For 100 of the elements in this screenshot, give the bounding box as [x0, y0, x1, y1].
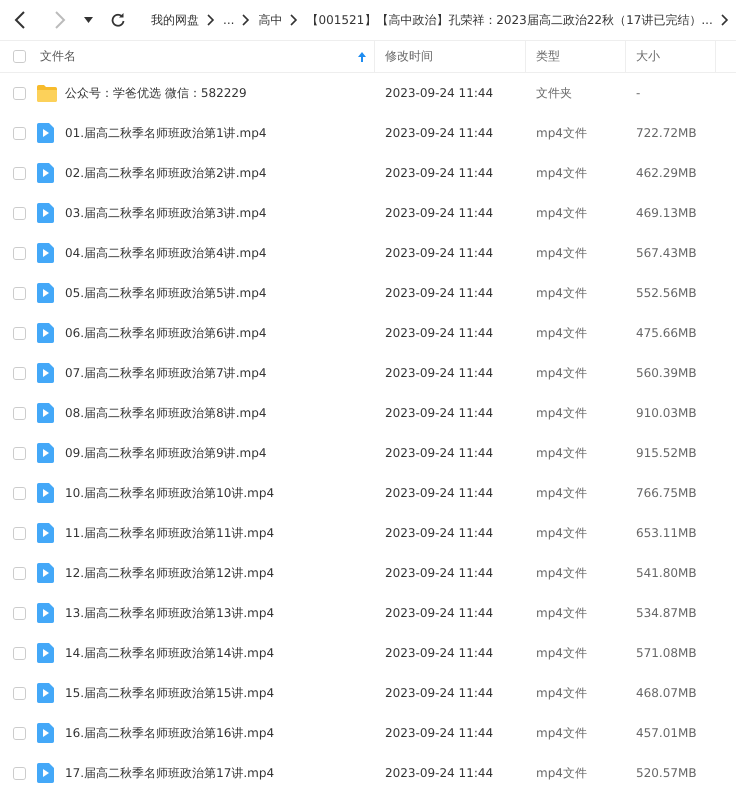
file-type: mp4文件	[536, 524, 587, 542]
file-type: mp4文件	[536, 324, 587, 342]
file-name[interactable]: 01.届高二秋季名师班政治第1讲.mp4	[65, 124, 266, 142]
modified-date: 2023-09-24 11:44	[385, 326, 494, 340]
modified-date: 2023-09-24 11:44	[385, 766, 494, 780]
checkbox[interactable]	[13, 646, 26, 660]
column-header[interactable]: 大小	[636, 48, 660, 65]
file-size: 722.72MB	[636, 126, 697, 140]
chevron-right-icon	[290, 14, 298, 26]
breadcrumb-link[interactable]: ...	[223, 13, 234, 27]
file-size: -	[636, 86, 640, 100]
file-type: mp4文件	[536, 444, 587, 462]
file-name[interactable]: 08.届高二秋季名师班政治第8讲.mp4	[65, 404, 266, 422]
breadcrumb-link[interactable]: 我的网盘	[151, 12, 199, 28]
breadcrumb-link[interactable]: 【001521】【高中政治】孔荣祥：2023届高二政治22秋（17讲已完结）...	[306, 12, 713, 28]
modified-date: 2023-09-24 11:44	[385, 366, 494, 380]
modified-date: 2023-09-24 11:44	[385, 486, 494, 500]
video-file-icon	[37, 323, 54, 343]
file-size: 520.57MB	[636, 766, 697, 780]
file-size: 534.87MB	[636, 606, 697, 620]
video-file-icon	[37, 243, 54, 263]
checkbox[interactable]	[13, 766, 26, 780]
column-header[interactable]: 类型	[536, 48, 560, 65]
file-type: mp4文件	[536, 684, 587, 702]
column-header[interactable]: 修改时间	[385, 48, 433, 65]
back-icon[interactable]	[14, 11, 26, 29]
file-type: mp4文件	[536, 204, 587, 222]
checkbox[interactable]	[13, 126, 26, 140]
file-name[interactable]: 16.届高二秋季名师班政治第16讲.mp4	[65, 724, 274, 742]
file-size: 910.03MB	[636, 406, 697, 420]
video-file-icon	[37, 283, 54, 303]
file-size: 541.80MB	[636, 566, 697, 580]
modified-date: 2023-09-24 11:44	[385, 566, 494, 580]
dropdown-icon[interactable]	[84, 17, 93, 23]
file-size: 468.07MB	[636, 686, 697, 700]
file-size: 462.29MB	[636, 166, 697, 180]
checkbox[interactable]	[13, 326, 26, 340]
file-type: mp4文件	[536, 484, 587, 502]
file-name[interactable]: 07.届高二秋季名师班政治第7讲.mp4	[65, 364, 266, 382]
checkbox[interactable]	[13, 206, 26, 220]
file-name[interactable]: 03.届高二秋季名师班政治第3讲.mp4	[65, 204, 266, 222]
file-name[interactable]: 12.届高二秋季名师班政治第12讲.mp4	[65, 564, 274, 582]
checkbox[interactable]	[13, 286, 26, 300]
checkbox[interactable]	[13, 86, 26, 100]
checkbox[interactable]	[13, 726, 26, 740]
breadcrumb-link[interactable]: 高中	[258, 12, 282, 28]
modified-date: 2023-09-24 11:44	[385, 646, 494, 660]
file-type: mp4文件	[536, 364, 587, 382]
video-file-icon	[37, 563, 54, 583]
modified-date: 2023-09-24 11:44	[385, 86, 494, 100]
file-name[interactable]: 05.届高二秋季名师班政治第5讲.mp4	[65, 284, 266, 302]
checkbox[interactable]	[13, 606, 26, 620]
chevron-right-icon	[242, 14, 250, 26]
modified-date: 2023-09-24 11:44	[385, 446, 494, 460]
video-file-icon	[37, 603, 54, 623]
file-size: 475.66MB	[636, 326, 697, 340]
file-name[interactable]: 06.届高二秋季名师班政治第6讲.mp4	[65, 324, 266, 342]
video-file-icon	[37, 643, 54, 663]
file-name[interactable]: 14.届高二秋季名师班政治第14讲.mp4	[65, 644, 274, 662]
file-size: 457.01MB	[636, 726, 697, 740]
file-type: mp4文件	[536, 644, 587, 662]
modified-date: 2023-09-24 11:44	[385, 166, 494, 180]
file-size: 469.13MB	[636, 206, 697, 220]
chevron-right-icon[interactable]	[720, 14, 729, 26]
file-type: mp4文件	[536, 124, 587, 142]
video-file-icon	[37, 203, 54, 223]
video-file-icon	[37, 483, 54, 503]
file-name[interactable]: 02.届高二秋季名师班政治第2讲.mp4	[65, 164, 266, 182]
video-file-icon	[37, 403, 54, 423]
checkbox[interactable]	[13, 686, 26, 700]
file-name[interactable]: 10.届高二秋季名师班政治第10讲.mp4	[65, 484, 274, 502]
modified-date: 2023-09-24 11:44	[385, 286, 494, 300]
file-name[interactable]: 09.届高二秋季名师班政治第9讲.mp4	[65, 444, 266, 462]
checkbox[interactable]	[13, 526, 26, 540]
modified-date: 2023-09-24 11:44	[385, 246, 494, 260]
checkbox[interactable]	[13, 446, 26, 460]
video-file-icon	[37, 363, 54, 383]
file-name[interactable]: 11.届高二秋季名师班政治第11讲.mp4	[65, 524, 274, 542]
column-header[interactable]: 文件名	[40, 48, 76, 65]
checkbox[interactable]	[13, 246, 26, 260]
video-file-icon	[37, 763, 54, 783]
file-type: mp4文件	[536, 244, 587, 262]
video-file-icon	[37, 683, 54, 703]
modified-date: 2023-09-24 11:44	[385, 126, 494, 140]
refresh-icon[interactable]	[111, 13, 125, 27]
file-name[interactable]: 13.届高二秋季名师班政治第13讲.mp4	[65, 604, 274, 622]
checkbox[interactable]	[13, 486, 26, 500]
modified-date: 2023-09-24 11:44	[385, 606, 494, 620]
file-name[interactable]: 04.届高二秋季名师班政治第4讲.mp4	[65, 244, 266, 262]
file-name[interactable]: 17.届高二秋季名师班政治第17讲.mp4	[65, 764, 274, 782]
checkbox[interactable]	[13, 166, 26, 180]
folder-icon	[37, 84, 57, 102]
file-name[interactable]: 15.届高二秋季名师班政治第15讲.mp4	[65, 684, 274, 702]
forward-icon[interactable]	[54, 11, 66, 29]
select-all-checkbox[interactable]	[13, 50, 26, 63]
checkbox[interactable]	[13, 366, 26, 380]
checkbox[interactable]	[13, 566, 26, 580]
file-name[interactable]: 公众号：学爸优选 微信：582229	[65, 84, 247, 102]
checkbox[interactable]	[13, 406, 26, 420]
file-type: mp4文件	[536, 564, 587, 582]
